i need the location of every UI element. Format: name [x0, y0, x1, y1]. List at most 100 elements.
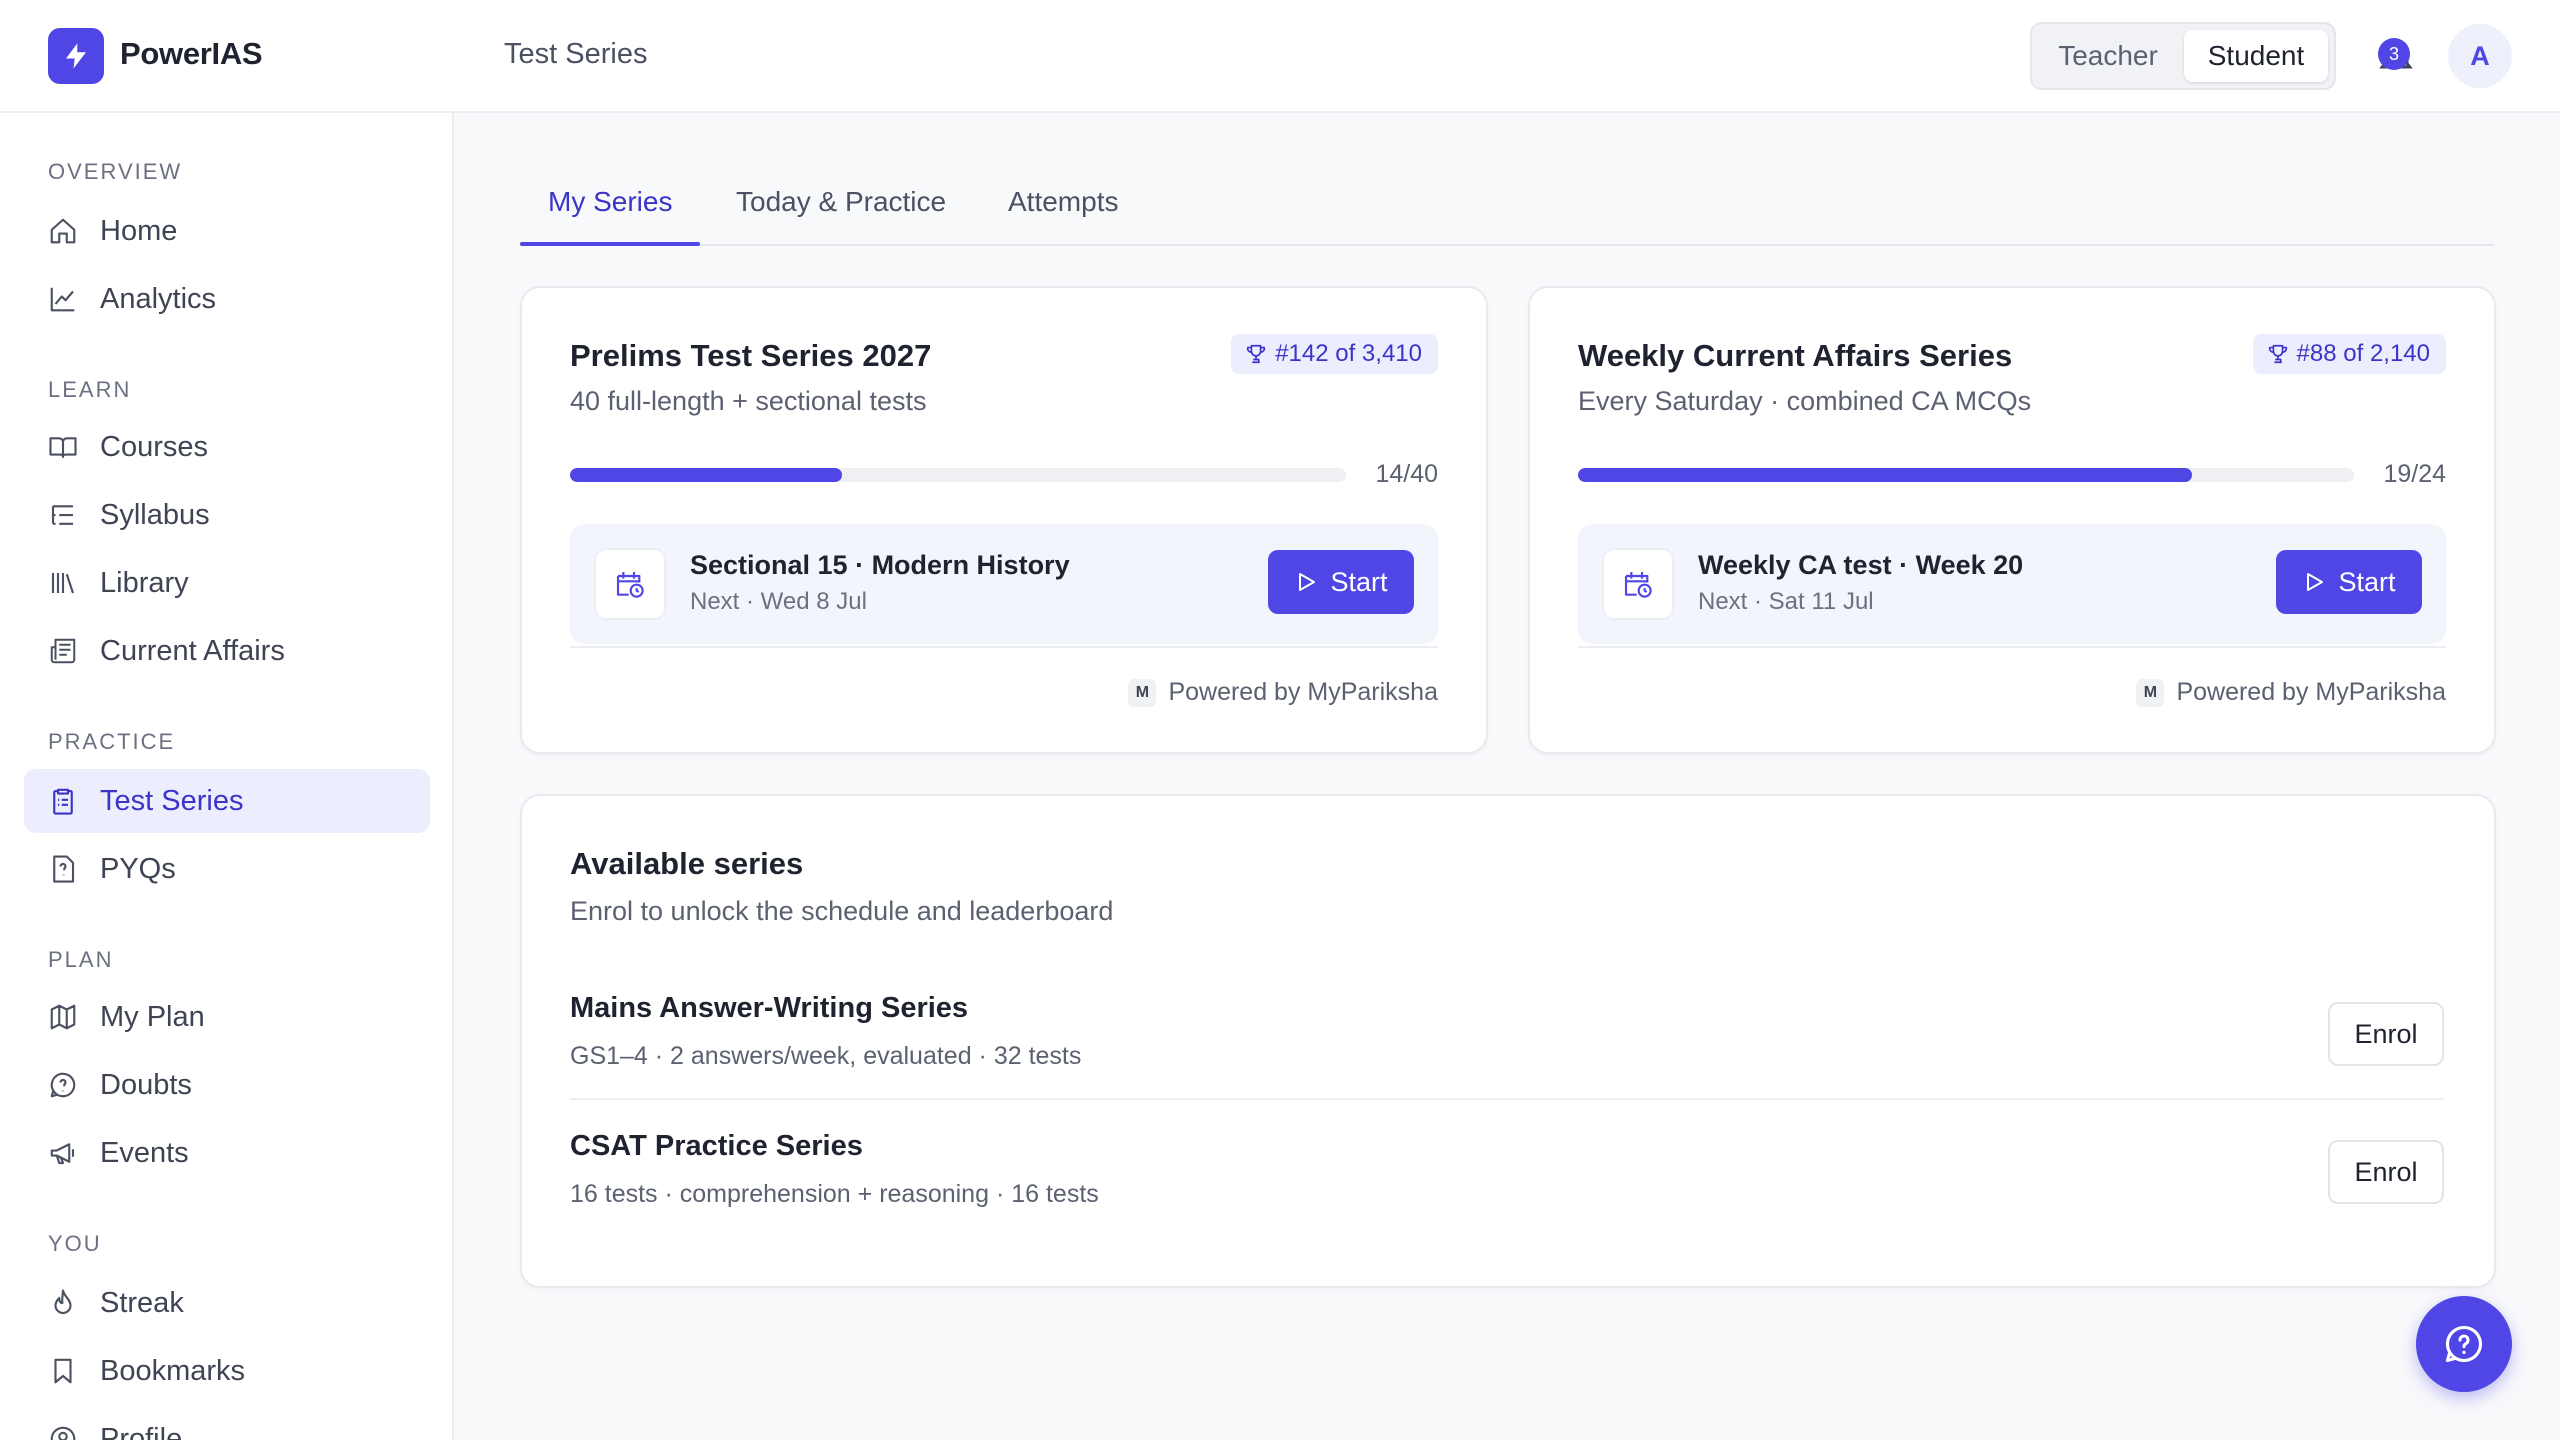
tab-label: Attempts [1008, 186, 1119, 217]
sidebar-item-syllabus[interactable]: Syllabus [24, 483, 430, 547]
message-question-icon [50, 1072, 76, 1098]
mypariksha-logo: M [1128, 678, 1157, 707]
sidebar-item-bookmarks[interactable]: Bookmarks [24, 1339, 430, 1403]
available-series-subtitle: Enrol to unlock the schedule and leaderb… [570, 896, 1114, 926]
rank-text: #142 of 3,410 [1275, 340, 1422, 367]
tab-label: My Series [548, 186, 673, 217]
sidebar-item-home[interactable]: Home [24, 199, 430, 263]
start-label: Start [2338, 566, 2396, 597]
series-tabs: My Series Today & Practice Attempts [520, 160, 2494, 246]
file-question-icon [53, 855, 75, 883]
notification-badge: 3 [2378, 38, 2410, 70]
sidebar-item-profile[interactable]: Profile [24, 1407, 430, 1440]
sidebar-item-label: Streak [100, 1287, 184, 1319]
available-series-card: Available series Enrol to unlock the sch… [520, 794, 2496, 1288]
trophy-icon [2268, 344, 2287, 364]
series-meta: 16 tests · comprehension + reasoning · 1… [570, 1180, 1099, 1208]
flame-icon [54, 1289, 72, 1314]
sidebar-item-label: Courses [100, 431, 208, 463]
rank-badge: #142 of 3,410 [1231, 334, 1438, 374]
series-subtitle: 40 full-length + sectional tests [570, 386, 927, 416]
calendar-clock-icon [1624, 572, 1652, 598]
divider [1578, 646, 2446, 648]
sidebar-item-my-plan[interactable]: My Plan [24, 985, 430, 1049]
megaphone-icon [50, 1143, 75, 1165]
tab-attempts[interactable]: Attempts [1008, 186, 1118, 246]
powered-by-text: Powered by MyPariksha [2176, 678, 2446, 706]
role-teacher-button[interactable]: Teacher [2038, 30, 2178, 82]
next-test-date: Next · Sat 11 Jul [1698, 588, 1874, 615]
list-item: Mains Answer-Writing Series GS1–4 · 2 an… [570, 962, 2444, 1100]
play-icon [2307, 573, 2324, 591]
user-circle-icon [50, 1426, 76, 1440]
available-series-title: Available series [570, 846, 804, 881]
sidebar: OVERVIEW Home Analytics LEARN Courses Sy… [0, 113, 454, 1440]
active-tab-indicator [520, 242, 700, 246]
sidebar-item-label: My Plan [100, 1001, 205, 1033]
powered-by: M Powered by MyPariksha [2136, 678, 2446, 707]
clipboard-list-icon [53, 788, 73, 815]
list-item: CSAT Practice Series 16 tests · comprehe… [570, 1100, 2444, 1238]
sidebar-item-streak[interactable]: Streak [24, 1271, 430, 1335]
tab-today-practice[interactable]: Today & Practice [736, 186, 946, 246]
sidebar-item-label: Current Affairs [100, 635, 285, 667]
role-student-button[interactable]: Student [2184, 30, 2328, 82]
series-name: Mains Answer-Writing Series [570, 992, 969, 1024]
series-subtitle: Every Saturday · combined CA MCQs [1578, 386, 2032, 416]
tab-my-series[interactable]: My Series [548, 186, 672, 246]
start-label: Start [1330, 566, 1388, 597]
bookmark-icon [54, 1358, 72, 1384]
chart-line-icon [50, 287, 75, 312]
next-test-title: Sectional 15 · Modern History [690, 550, 1070, 580]
newspaper-icon [50, 638, 76, 664]
progress-count: 14/40 [1375, 460, 1438, 488]
help-chat-button[interactable] [2416, 1296, 2512, 1392]
rank-badge: #88 of 2,140 [2252, 334, 2446, 374]
calendar-clock-icon-box [594, 548, 666, 620]
progress-bar [1578, 468, 2354, 482]
map-icon [50, 1004, 76, 1030]
sidebar-item-label: Syllabus [100, 499, 210, 531]
list-tree-icon [51, 505, 73, 525]
start-test-button[interactable]: Start [2276, 550, 2422, 614]
tab-label: Today & Practice [736, 186, 947, 217]
section-label-learn: LEARN [48, 377, 132, 402]
powered-by: M Powered by MyPariksha [1128, 678, 1438, 707]
start-test-button[interactable]: Start [1268, 550, 1414, 614]
series-meta: GS1–4 · 2 answers/week, evaluated · 32 t… [570, 1042, 1082, 1070]
mypariksha-logo: M [2136, 678, 2165, 707]
enrol-button[interactable]: Enrol [2328, 1002, 2444, 1066]
calendar-clock-icon [616, 572, 644, 598]
rank-text: #88 of 2,140 [2296, 340, 2430, 367]
progress-count: 19/24 [2383, 460, 2446, 488]
progress-fill [1578, 468, 2193, 482]
sidebar-item-label: Bookmarks [100, 1355, 246, 1387]
sidebar-item-label: Home [100, 215, 178, 247]
series-title: Weekly Current Affairs Series [1578, 338, 2013, 373]
avatar[interactable]: A [2448, 24, 2512, 88]
sidebar-item-current-affairs[interactable]: Current Affairs [24, 619, 430, 683]
sidebar-item-label: Library [100, 567, 189, 599]
series-card-weekly-ca: Weekly Current Affairs Series Every Satu… [1528, 286, 2496, 754]
sidebar-item-doubts[interactable]: Doubts [24, 1053, 430, 1117]
sidebar-item-pyqs[interactable]: PYQs [24, 837, 430, 901]
role-toggle: Teacher Student [2030, 22, 2336, 90]
section-label-plan: PLAN [48, 947, 114, 972]
sidebar-item-events[interactable]: Events [24, 1121, 430, 1185]
sidebar-item-analytics[interactable]: Analytics [24, 267, 430, 331]
help-chat-icon [2445, 1325, 2483, 1363]
sidebar-item-library[interactable]: Library [24, 551, 430, 615]
sidebar-item-label: Analytics [100, 283, 217, 315]
logo[interactable] [48, 28, 104, 84]
sidebar-item-courses[interactable]: Courses [24, 415, 430, 479]
play-icon [1299, 573, 1316, 591]
next-test-panel: Weekly CA test · Week 20 Next · Sat 11 J… [1578, 524, 2446, 644]
next-test-title: Weekly CA test · Week 20 [1698, 550, 2024, 580]
series-name: CSAT Practice Series [570, 1130, 863, 1162]
enrol-button[interactable]: Enrol [2328, 1140, 2444, 1204]
sidebar-item-test-series[interactable]: Test Series [24, 769, 430, 833]
lightning-icon [66, 43, 86, 69]
progress-bar [570, 468, 1346, 482]
series-card-prelims: Prelims Test Series 2027 40 full-length … [520, 286, 1488, 754]
trophy-icon [1247, 344, 1266, 364]
